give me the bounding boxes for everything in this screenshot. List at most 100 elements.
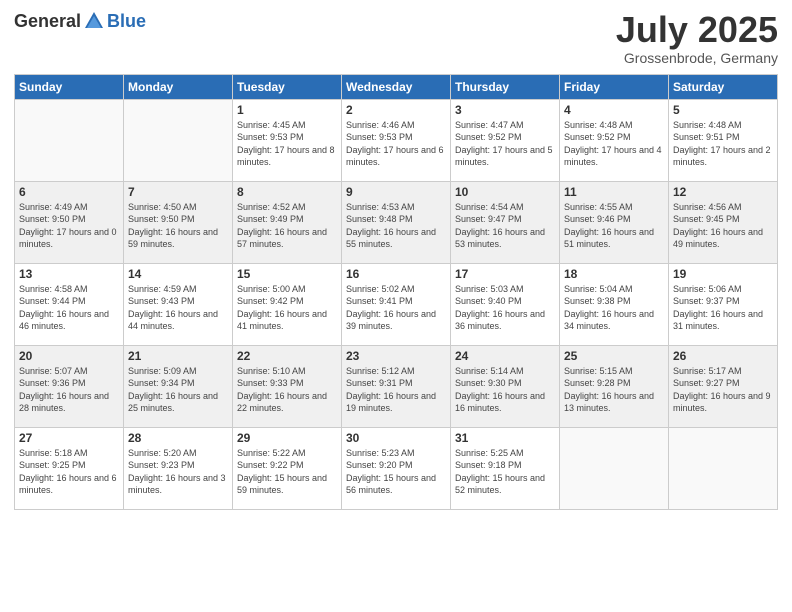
day-number: 23 <box>346 349 446 363</box>
day-info: Sunrise: 5:17 AM Sunset: 9:27 PM Dayligh… <box>673 365 773 415</box>
table-row: 12 Sunrise: 4:56 AM Sunset: 9:45 PM Dayli… <box>669 181 778 263</box>
table-row: 15Sunrise: 5:00 AM Sunset: 9:42 PM Dayli… <box>233 263 342 345</box>
calendar-week-row: 27Sunrise: 5:18 AM Sunset: 9:25 PM Dayli… <box>15 427 778 509</box>
header-thursday: Thursday <box>451 74 560 99</box>
table-row: 16 Sunrise: 5:02 AM Sunset: 9:41 PM Dayli… <box>342 263 451 345</box>
table-row: 20 Sunrise: 5:07 AM Sunset: 9:36 PM Dayli… <box>15 345 124 427</box>
table-row: 10 Sunrise: 4:54 AM Sunset: 9:47 PM Dayli… <box>451 181 560 263</box>
table-row: 4 Sunrise: 4:48 AM Sunset: 9:52 PM Daylig… <box>560 99 669 181</box>
day-number: 2 <box>346 103 446 117</box>
day-info: Sunrise: 4:47 AM Sunset: 9:52 PM Dayligh… <box>455 119 555 169</box>
day-number: 25 <box>564 349 664 363</box>
table-row: 2 Sunrise: 4:46 AM Sunset: 9:53 PM Daylig… <box>342 99 451 181</box>
table-row: 31 Sunrise: 5:25 AM Sunset: 9:18 PM Dayli… <box>451 427 560 509</box>
table-row: 21 Sunrise: 5:09 AM Sunset: 9:34 PM Dayli… <box>124 345 233 427</box>
day-number: 22 <box>237 349 337 363</box>
table-row: 6 Sunrise: 4:49 AM Sunset: 9:50 PM Daylig… <box>15 181 124 263</box>
table-row: 29Sunrise: 5:22 AM Sunset: 9:22 PM Dayli… <box>233 427 342 509</box>
day-info: Sunrise: 4:58 AM Sunset: 9:44 PM Dayligh… <box>19 283 119 333</box>
day-info: Sunrise: 4:59 AM Sunset: 9:43 PM Dayligh… <box>128 283 228 333</box>
day-number: 4 <box>564 103 664 117</box>
day-number: 10 <box>455 185 555 199</box>
day-info: Sunrise: 4:48 AM Sunset: 9:51 PM Dayligh… <box>673 119 773 169</box>
day-number: 6 <box>19 185 119 199</box>
day-number: 15 <box>237 267 337 281</box>
logo-icon <box>83 10 105 32</box>
day-info: Sunrise: 5:12 AM Sunset: 9:31 PM Dayligh… <box>346 365 446 415</box>
table-row: 30Sunrise: 5:23 AM Sunset: 9:20 PM Dayli… <box>342 427 451 509</box>
day-info: Sunrise: 4:55 AM Sunset: 9:46 PM Dayligh… <box>564 201 664 251</box>
day-info: Sunrise: 4:48 AM Sunset: 9:52 PM Dayligh… <box>564 119 664 169</box>
day-number: 11 <box>564 185 664 199</box>
table-row: 5 Sunrise: 4:48 AM Sunset: 9:51 PM Daylig… <box>669 99 778 181</box>
header-sunday: Sunday <box>15 74 124 99</box>
header-wednesday: Wednesday <box>342 74 451 99</box>
logo-blue: Blue <box>107 11 146 31</box>
day-info: Sunrise: 5:02 AM Sunset: 9:41 PM Dayligh… <box>346 283 446 333</box>
day-info: Sunrise: 5:04 AM Sunset: 9:38 PM Dayligh… <box>564 283 664 333</box>
day-number: 20 <box>19 349 119 363</box>
title-block: July 2025 Grossenbrode, Germany <box>616 10 778 66</box>
table-row: 14 Sunrise: 4:59 AM Sunset: 9:43 PM Dayli… <box>124 263 233 345</box>
table-row: 19Sunrise: 5:06 AM Sunset: 9:37 PM Dayli… <box>669 263 778 345</box>
table-row <box>669 427 778 509</box>
day-info: Sunrise: 4:50 AM Sunset: 9:50 PM Dayligh… <box>128 201 228 251</box>
day-info: Sunrise: 5:10 AM Sunset: 9:33 PM Dayligh… <box>237 365 337 415</box>
table-row <box>15 99 124 181</box>
day-info: Sunrise: 5:03 AM Sunset: 9:40 PM Dayligh… <box>455 283 555 333</box>
weekday-header-row: Sunday Monday Tuesday Wednesday Thursday… <box>15 74 778 99</box>
calendar-week-row: 6 Sunrise: 4:49 AM Sunset: 9:50 PM Daylig… <box>15 181 778 263</box>
day-number: 16 <box>346 267 446 281</box>
table-row: 13Sunrise: 4:58 AM Sunset: 9:44 PM Dayli… <box>15 263 124 345</box>
header-saturday: Saturday <box>669 74 778 99</box>
table-row: 22 Sunrise: 5:10 AM Sunset: 9:33 PM Dayli… <box>233 345 342 427</box>
day-number: 1 <box>237 103 337 117</box>
day-info: Sunrise: 4:49 AM Sunset: 9:50 PM Dayligh… <box>19 201 119 251</box>
day-info: Sunrise: 5:09 AM Sunset: 9:34 PM Dayligh… <box>128 365 228 415</box>
header: General Blue July 2025 Grossenbrode, Ger… <box>14 10 778 66</box>
table-row: 23 Sunrise: 5:12 AM Sunset: 9:31 PM Dayli… <box>342 345 451 427</box>
day-info: Sunrise: 5:07 AM Sunset: 9:36 PM Dayligh… <box>19 365 119 415</box>
day-info: Sunrise: 4:56 AM Sunset: 9:45 PM Dayligh… <box>673 201 773 251</box>
day-number: 5 <box>673 103 773 117</box>
day-number: 24 <box>455 349 555 363</box>
day-info: Sunrise: 5:15 AM Sunset: 9:28 PM Dayligh… <box>564 365 664 415</box>
logo: General Blue <box>14 10 146 32</box>
day-number: 12 <box>673 185 773 199</box>
day-number: 29 <box>237 431 337 445</box>
day-number: 17 <box>455 267 555 281</box>
table-row: 18Sunrise: 5:04 AM Sunset: 9:38 PM Dayli… <box>560 263 669 345</box>
table-row: 25 Sunrise: 5:15 AM Sunset: 9:28 PM Dayli… <box>560 345 669 427</box>
header-tuesday: Tuesday <box>233 74 342 99</box>
day-number: 14 <box>128 267 228 281</box>
table-row: 3 Sunrise: 4:47 AM Sunset: 9:52 PM Daylig… <box>451 99 560 181</box>
calendar-week-row: 13Sunrise: 4:58 AM Sunset: 9:44 PM Dayli… <box>15 263 778 345</box>
table-row: 26Sunrise: 5:17 AM Sunset: 9:27 PM Dayli… <box>669 345 778 427</box>
table-row: 24 Sunrise: 5:14 AM Sunset: 9:30 PM Dayli… <box>451 345 560 427</box>
day-info: Sunrise: 4:53 AM Sunset: 9:48 PM Dayligh… <box>346 201 446 251</box>
calendar: Sunday Monday Tuesday Wednesday Thursday… <box>14 74 778 510</box>
day-number: 7 <box>128 185 228 199</box>
table-row: 28Sunrise: 5:20 AM Sunset: 9:23 PM Dayli… <box>124 427 233 509</box>
calendar-week-row: 1Sunrise: 4:45 AM Sunset: 9:53 PM Daylig… <box>15 99 778 181</box>
day-info: Sunrise: 4:52 AM Sunset: 9:49 PM Dayligh… <box>237 201 337 251</box>
day-number: 8 <box>237 185 337 199</box>
day-info: Sunrise: 5:14 AM Sunset: 9:30 PM Dayligh… <box>455 365 555 415</box>
day-number: 28 <box>128 431 228 445</box>
logo-general: General <box>14 11 81 32</box>
table-row: 9Sunrise: 4:53 AM Sunset: 9:48 PM Daylig… <box>342 181 451 263</box>
day-number: 27 <box>19 431 119 445</box>
day-number: 21 <box>128 349 228 363</box>
day-number: 3 <box>455 103 555 117</box>
day-number: 31 <box>455 431 555 445</box>
day-info: Sunrise: 4:54 AM Sunset: 9:47 PM Dayligh… <box>455 201 555 251</box>
day-info: Sunrise: 5:06 AM Sunset: 9:37 PM Dayligh… <box>673 283 773 333</box>
location-title: Grossenbrode, Germany <box>616 50 778 66</box>
table-row <box>560 427 669 509</box>
day-info: Sunrise: 4:46 AM Sunset: 9:53 PM Dayligh… <box>346 119 446 169</box>
day-number: 30 <box>346 431 446 445</box>
header-friday: Friday <box>560 74 669 99</box>
table-row: 1Sunrise: 4:45 AM Sunset: 9:53 PM Daylig… <box>233 99 342 181</box>
day-info: Sunrise: 5:25 AM Sunset: 9:18 PM Dayligh… <box>455 447 555 497</box>
table-row: 7 Sunrise: 4:50 AM Sunset: 9:50 PM Daylig… <box>124 181 233 263</box>
